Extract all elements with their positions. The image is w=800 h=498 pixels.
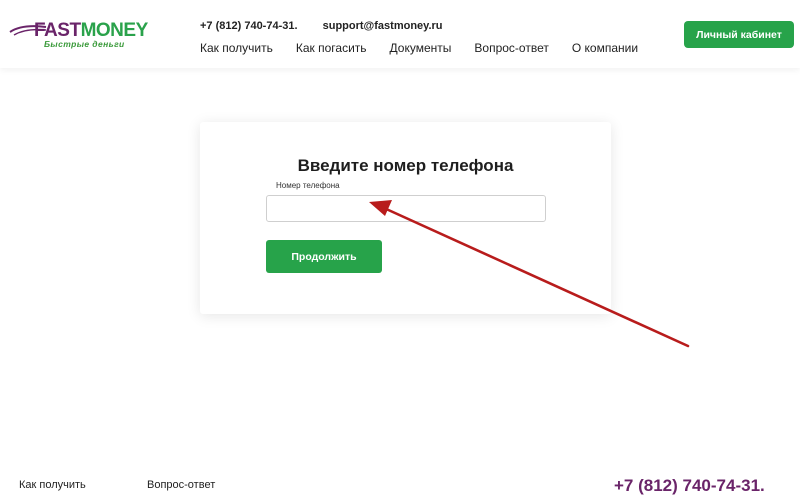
nav-item-documents[interactable]: Документы xyxy=(390,41,452,55)
footer-phone[interactable]: +7 (812) 740-74-31. xyxy=(614,476,765,496)
logo-tagline: Быстрые деньги xyxy=(44,39,125,49)
phone-input[interactable] xyxy=(266,195,546,222)
footer-link-how-to-get[interactable]: Как получить xyxy=(19,479,86,491)
fastmoney-logo[interactable]: FASTMONEY Быстрые деньги xyxy=(8,18,148,52)
nav-item-how-to-get[interactable]: Как получить xyxy=(200,41,273,55)
form-title: Введите номер телефона xyxy=(297,156,514,175)
nav-item-how-to-repay[interactable]: Как погасить xyxy=(296,41,367,55)
logo-wordmark: FASTMONEY xyxy=(34,21,148,40)
phone-field-label: Номер телефона xyxy=(276,181,340,190)
nav-item-faq[interactable]: Вопрос-ответ xyxy=(474,41,548,55)
personal-cabinet-button[interactable]: Личный кабинет xyxy=(684,21,794,48)
continue-button[interactable]: Продолжить xyxy=(266,240,382,273)
nav-item-about[interactable]: О компании xyxy=(572,41,638,55)
logo-money: MONEY xyxy=(80,20,149,41)
header-phone[interactable]: +7 (812) 740-74-31. xyxy=(200,20,298,32)
site-header: FASTMONEY Быстрые деньги +7 (812) 740-74… xyxy=(0,0,800,68)
footer-link-faq[interactable]: Вопрос-ответ xyxy=(147,479,215,491)
phone-form-card: Введите номер телефона Номер телефона Пр… xyxy=(200,122,611,314)
header-contacts: +7 (812) 740-74-31. support@fastmoney.ru xyxy=(200,20,443,32)
logo-fast: FAST xyxy=(34,20,81,41)
header-email[interactable]: support@fastmoney.ru xyxy=(323,20,443,32)
main-nav: Как получить Как погасить Документы Вопр… xyxy=(200,41,661,55)
